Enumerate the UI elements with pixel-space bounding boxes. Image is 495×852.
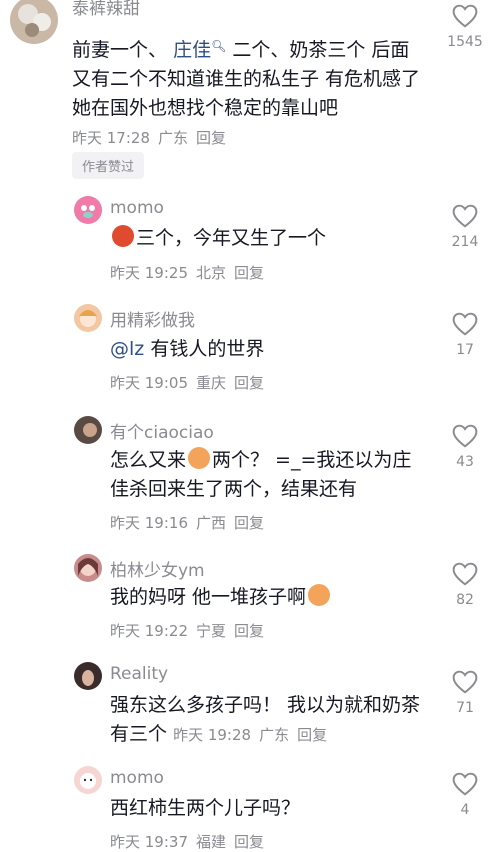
tomato-emoji-icon: [112, 225, 134, 247]
avatar[interactable]: [74, 196, 102, 224]
reply-button[interactable]: 回复: [234, 833, 264, 851]
like-count: 43: [456, 454, 474, 470]
avatar-image: [78, 558, 98, 576]
comment-text: 前妻一个、 庄佳🔍︎ 二个、奶茶三个 后面又有二个不知道谁生的私生子 有危机感了…: [72, 32, 427, 153]
reply-button[interactable]: 回复: [234, 514, 264, 532]
comment-meta: 昨天 19:22 宁夏 回复: [110, 620, 264, 641]
like-count: 71: [456, 700, 474, 716]
avatar-image: [18, 4, 51, 37]
avatar-image: [79, 310, 97, 327]
like-button[interactable]: 82: [445, 562, 485, 608]
reply-button[interactable]: 回复: [234, 622, 264, 640]
comment-location: 重庆: [196, 374, 227, 392]
mention-link[interactable]: 庄佳: [173, 39, 211, 61]
comment-username[interactable]: 有个ciaociao: [110, 418, 214, 443]
heart-icon: [452, 562, 478, 586]
avatar-image: [80, 773, 96, 789]
comment-location: 宁夏: [196, 622, 227, 640]
comment-time: 昨天 19:28: [173, 726, 252, 744]
comment-username[interactable]: Reality: [110, 664, 168, 684]
comment-text: @lz 有钱人的世界: [110, 335, 430, 364]
comment-time: 昨天 17:28: [72, 129, 150, 147]
like-count: 1545: [447, 34, 483, 50]
comment-time: 昨天 19:22: [110, 622, 188, 640]
crying-emoji-icon: [308, 584, 331, 606]
comment-time: 昨天 19:25: [110, 264, 188, 282]
like-button[interactable]: 214: [445, 204, 485, 250]
reply-button[interactable]: 回复: [234, 264, 264, 282]
comment-username[interactable]: momo: [110, 768, 164, 788]
like-button[interactable]: 1545: [445, 4, 485, 50]
mention-link[interactable]: @lz: [110, 338, 144, 360]
comment-time: 昨天 19:05: [110, 374, 188, 392]
comment-text: 西红柿生两个儿子吗？: [110, 794, 430, 823]
comment-location: 广西: [196, 514, 227, 532]
avatar[interactable]: [74, 304, 102, 332]
like-button[interactable]: 71: [445, 670, 485, 716]
comment-time: 昨天 19:16: [110, 514, 188, 532]
comment-time: 昨天 19:37: [110, 833, 188, 851]
comment-location: 福建: [196, 833, 227, 851]
comment-meta: 昨天 19:28 广东 回复: [173, 726, 327, 744]
avatar[interactable]: [74, 554, 102, 582]
comment-text-part: 前妻一个、: [72, 39, 168, 61]
comment-meta: 昨天 17:28 广东 回复: [72, 129, 226, 147]
comment-text: 我的妈呀 他一堆孩子啊: [110, 583, 430, 612]
avatar[interactable]: [74, 766, 102, 794]
heart-icon: [452, 772, 478, 796]
comment-username[interactable]: 柏林少女ym: [110, 556, 205, 581]
comment-meta: 昨天 19:05 重庆 回复: [110, 372, 264, 393]
avatar[interactable]: [10, 0, 58, 44]
heart-icon: [452, 424, 478, 448]
reply-button[interactable]: 回复: [297, 726, 327, 744]
comment-text-part: 我的妈呀 他一堆孩子啊: [110, 586, 307, 608]
avatar[interactable]: [74, 662, 102, 690]
search-icon[interactable]: 🔍︎: [211, 39, 226, 53]
comment-meta: 昨天 19:16 广西 回复: [110, 512, 264, 533]
comment-text-part: 有钱人的世界: [150, 338, 265, 360]
comment-username[interactable]: momo: [110, 198, 164, 218]
comment-text-part: 三个，今年又生了一个: [136, 227, 327, 249]
comment-location: 广东: [259, 726, 290, 744]
like-button[interactable]: 4: [445, 772, 485, 818]
heart-icon: [452, 204, 478, 228]
comment-text: 强东这么多孩子吗！ 我以为就和奶茶有三个 昨天 19:28 广东 回复: [110, 691, 430, 750]
like-count: 214: [451, 234, 479, 250]
comment-location: 北京: [196, 264, 227, 282]
avatar-image: [81, 205, 95, 218]
avatar-image: [82, 670, 94, 686]
like-button[interactable]: 17: [445, 312, 485, 358]
like-count: 82: [456, 592, 474, 608]
comment-text-part: 西红柿生两个儿子吗？: [110, 797, 301, 819]
heart-icon: [452, 312, 478, 336]
like-count: 4: [460, 802, 470, 818]
comment-username[interactable]: 泰裤辣甜: [72, 0, 140, 19]
comment-meta: 昨天 19:25 北京 回复: [110, 262, 264, 283]
avatar[interactable]: [74, 416, 102, 444]
like-button[interactable]: 43: [445, 424, 485, 470]
avatar-image: [83, 423, 97, 437]
reply-button[interactable]: 回复: [196, 129, 226, 147]
reply-button[interactable]: 回复: [234, 374, 264, 392]
heart-icon: [452, 670, 478, 694]
crying-emoji-icon: [188, 447, 211, 469]
like-count: 17: [456, 342, 474, 358]
comment-username[interactable]: 用精彩做我: [110, 306, 195, 331]
comment-text-part: 怎么又来: [110, 449, 187, 471]
comment-meta: 昨天 19:37 福建 回复: [110, 831, 264, 852]
comment-text: 怎么又来 两个？ =_=我还以为庄佳杀回来生了两个，结果还有: [110, 446, 430, 504]
comment-location: 广东: [158, 129, 189, 147]
author-liked-badge: 作者赞过: [72, 152, 145, 179]
comment-text: 三个，今年又生了一个: [110, 224, 430, 253]
heart-icon: [452, 4, 478, 28]
